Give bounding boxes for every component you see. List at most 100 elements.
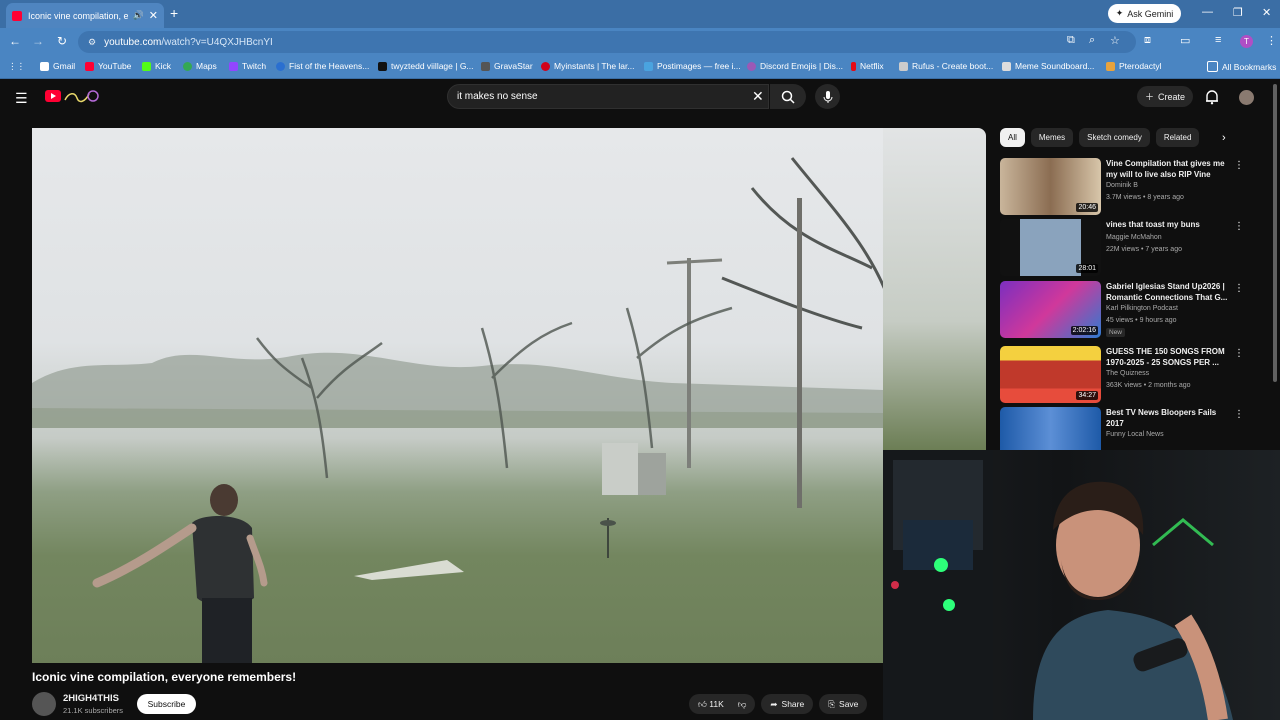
recommendation-channel[interactable]: Maggie McMahon	[1106, 234, 1162, 241]
bookmark-item[interactable]: GravaStar	[481, 61, 533, 71]
menu-icon[interactable]: ☰	[15, 90, 28, 107]
youtube-logo[interactable]	[45, 88, 101, 106]
save-label: Save	[839, 699, 859, 709]
bookmark-item[interactable]: Fist of the Heavens...	[276, 61, 369, 71]
more-options-icon[interactable]: ⋮	[1234, 221, 1244, 232]
globe-icon	[276, 61, 285, 71]
bookmark-item[interactable]: Rufus - Create boot...	[899, 61, 993, 71]
recommendation-channel[interactable]: Karl Pilkington Podcast	[1106, 305, 1178, 312]
zoom-icon[interactable]: ⌕	[1089, 34, 1095, 47]
microphone-icon	[823, 90, 832, 103]
bookmark-item[interactable]: Meme Soundboard...	[1002, 61, 1094, 71]
tab-close-icon[interactable]: ✕	[149, 9, 158, 22]
video-thumbnail[interactable]: 34:27	[1000, 346, 1101, 403]
recommendation-title[interactable]: Best TV News Bloopers Fails 2017	[1106, 407, 1228, 429]
voice-search-button[interactable]	[815, 84, 840, 109]
recommendation-item[interactable]: 20:46 Vine Compilation that gives me my …	[1000, 158, 1250, 216]
video-player[interactable]	[32, 128, 883, 663]
bookmark-item[interactable]: Postimages — free i...	[644, 61, 741, 71]
page-scrollbar[interactable]	[1273, 84, 1277, 382]
recommendation-channel[interactable]: Dominik B	[1106, 182, 1138, 189]
bookmark-item[interactable]: twyztedd viillage | G...	[378, 61, 474, 71]
bookmark-item[interactable]: YouTube	[85, 61, 131, 71]
like-count: 11K	[709, 698, 724, 709]
channel-subscribers: 21.1K subscribers	[63, 706, 124, 715]
dislike-button[interactable]: 👎︎	[738, 699, 747, 710]
video-thumbnail[interactable]: 28:01	[1000, 219, 1101, 276]
channel-avatar[interactable]	[32, 692, 56, 716]
ask-gemini-button[interactable]: ✦ Ask Gemini	[1108, 4, 1181, 23]
video-actions: 👍︎ 11K 👎︎ ➦ Share ⎘ Save	[689, 694, 868, 714]
all-bookmarks[interactable]: All Bookmarks	[1207, 61, 1276, 72]
recommendation-title[interactable]: Gabriel Iglesias Stand Up2026 | Romantic…	[1106, 281, 1228, 303]
channel-name[interactable]: 2HIGH4THIS	[63, 693, 119, 704]
video-player-edge	[883, 128, 986, 450]
more-options-icon[interactable]: ⋮	[1234, 348, 1244, 359]
new-tab-button[interactable]: +	[170, 5, 178, 21]
more-options-icon[interactable]: ⋮	[1234, 160, 1244, 171]
site-info-icon[interactable]: ⚙	[88, 37, 96, 48]
browser-menu-icon[interactable]: ⋮	[1266, 34, 1277, 47]
myinstants-icon	[541, 61, 550, 71]
youtube-favicon-icon	[12, 10, 22, 21]
bookmark-item[interactable]: Myinstants | The lar...	[541, 61, 634, 71]
more-options-icon[interactable]: ⋮	[1234, 283, 1244, 294]
sidebar-icon[interactable]: ▭	[1180, 34, 1190, 47]
bookmark-item[interactable]: Twitch	[229, 61, 266, 71]
notifications-bell-icon[interactable]	[1205, 89, 1219, 105]
maximize-button[interactable]: ❐	[1233, 6, 1243, 19]
share-button[interactable]: ➦ Share	[761, 694, 814, 714]
search-input[interactable]: it makes no sense	[447, 84, 769, 109]
close-window-button[interactable]: ✕	[1262, 6, 1271, 19]
chip-memes[interactable]: Memes	[1030, 128, 1074, 147]
speaker-icon[interactable]: 🔊	[133, 10, 144, 21]
recommendation-title[interactable]: GUESS THE 150 SONGS FROM 1970-2025 - 25 …	[1106, 346, 1228, 368]
bookmark-star-icon[interactable]: ☆	[1110, 34, 1120, 47]
video-thumbnail[interactable]	[1000, 407, 1101, 450]
address-bar[interactable]: ⚙ youtube.com/watch?v=U4QXJHBcnYI	[78, 31, 1136, 53]
profile-avatar[interactable]: T	[1240, 35, 1253, 48]
media-controls-icon[interactable]: ≡	[1215, 34, 1221, 46]
pterodactyl-icon	[1106, 61, 1115, 71]
bookmark-item[interactable]: Gmail	[40, 61, 75, 71]
chevron-right-icon[interactable]: ›	[1222, 132, 1226, 144]
create-button[interactable]: ＋ Create	[1137, 86, 1193, 107]
recommendation-title[interactable]: vines that toast my buns	[1106, 219, 1228, 230]
extensions-icon[interactable]: ⧈	[1144, 34, 1151, 47]
bookmark-item[interactable]: Pterodactyl	[1106, 61, 1162, 71]
bookmark-item[interactable]: Discord Emojis | Dis...	[747, 61, 843, 71]
bookmark-item[interactable]: Netflix	[851, 61, 884, 71]
chip-all[interactable]: All	[1000, 128, 1025, 147]
video-thumbnail[interactable]: 2:02:16	[1000, 281, 1101, 338]
soundboard-icon	[1002, 61, 1011, 71]
video-thumbnail[interactable]: 20:46	[1000, 158, 1101, 215]
duration-badge: 34:27	[1076, 391, 1098, 400]
account-avatar[interactable]	[1239, 90, 1254, 105]
recommendation-channel[interactable]: The Quizness	[1106, 370, 1149, 377]
bookmark-item[interactable]: Maps	[183, 61, 217, 71]
chip-related[interactable]: Related	[1155, 128, 1200, 147]
reload-icon[interactable]: ↻	[57, 34, 67, 48]
recommendation-item[interactable]: 34:27 GUESS THE 150 SONGS FROM 1970-2025…	[1000, 346, 1250, 404]
install-app-icon[interactable]: ⧉	[1067, 34, 1075, 47]
back-arrow-icon[interactable]: ←	[9, 34, 21, 48]
recommendation-item[interactable]: 2:02:16 Gabriel Iglesias Stand Up2026 | …	[1000, 281, 1250, 339]
subscribe-button[interactable]: Subscribe	[137, 694, 196, 714]
recommendation-item[interactable]: 28:01 vines that toast my buns Maggie Mc…	[1000, 219, 1250, 277]
forward-arrow-icon[interactable]: →	[32, 34, 44, 48]
clear-search-icon[interactable]: ✕	[752, 88, 764, 105]
more-options-icon[interactable]: ⋮	[1234, 409, 1244, 420]
recommendation-title[interactable]: Vine Compilation that gives me my will t…	[1106, 158, 1228, 180]
save-button[interactable]: ⎘ Save	[819, 694, 868, 714]
minimize-button[interactable]: —	[1202, 6, 1213, 18]
chip-sketch-comedy[interactable]: Sketch comedy	[1079, 128, 1150, 147]
kick-icon	[142, 61, 151, 71]
search-button[interactable]	[770, 84, 806, 109]
recommendation-channel[interactable]: Funny Local News	[1106, 431, 1164, 438]
browser-tab-active[interactable]: Iconic vine compilation, eve 🔊 ✕	[6, 3, 164, 28]
url-text: youtube.com/watch?v=U4QXJHBcnYI	[104, 37, 273, 48]
apps-grid-icon[interactable]: ⋮⋮	[8, 61, 25, 72]
bookmark-item[interactable]: Kick	[142, 61, 171, 71]
like-button[interactable]: 👍︎ 11K	[698, 699, 724, 710]
recommendation-item[interactable]: Best TV News Bloopers Fails 2017 Funny L…	[1000, 407, 1250, 450]
